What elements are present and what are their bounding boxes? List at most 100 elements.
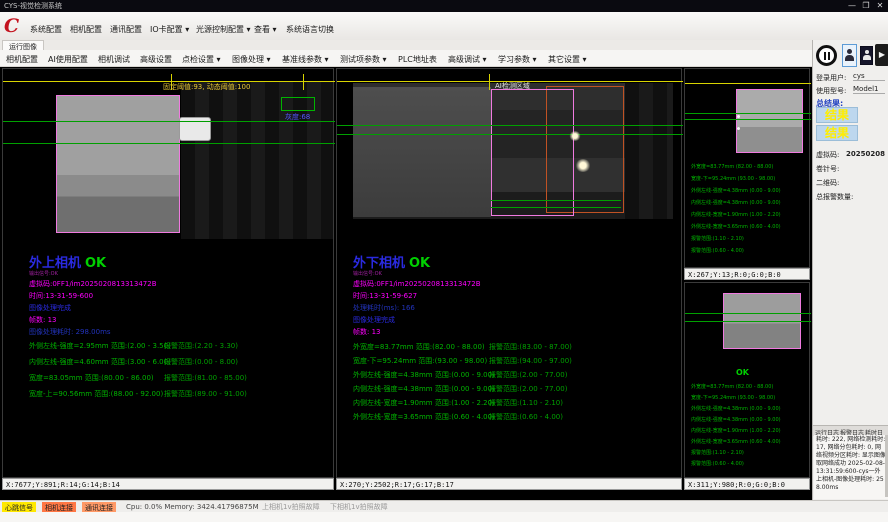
mini-row: 外宽度=83.77mm (82.00 - 88.00) [691,163,773,170]
measure-line [491,200,621,201]
baseline-overlay-line [685,83,811,84]
log-text: 耗时: 222, 网络检测耗时: 17, 网络分包耗时: 0, 网络视频分区耗时… [814,435,888,499]
machine-region [353,87,491,217]
close-button[interactable]: ✕ [874,1,886,11]
maximize-button[interactable]: ❐ [860,1,872,11]
measurement-row: 内侧左线-宽度=1.90mm 范围:(1.00 - 2.20) 报警范围:(1.… [337,398,681,408]
virtual-code-label: 虚拟码:0FF1/im2025020813313472B [353,281,481,288]
elapsed-label: 处理耗时(ms): 166 [353,305,415,312]
login-user-value[interactable]: cys [853,72,885,81]
brand-logo-icon: C [4,15,26,37]
measurement-text: 内侧左线-宽度=1.90mm 范围:(1.00 - 2.20) [353,398,495,408]
pause-icon[interactable] [816,45,837,66]
menu-comm-config[interactable]: 通讯配置 [110,24,142,35]
tool-camera-debug[interactable]: 相机调试 [98,54,130,65]
coordinate-bar-middle: X:270;Y:2502;R:17;G:17;B:17 [336,478,682,490]
tool-image-process[interactable]: 图像处理 ▾ [232,54,271,65]
measurement-row: 宽度-下=95.24mm 范围:(93.00 - 98.00) 报警范围:(94… [337,356,681,366]
camera-view-small-top[interactable]: 外宽度=83.77mm (82.00 - 88.00) 宽度-下=95.24mm… [684,68,810,268]
measurement-text: 外侧左线-强度=2.95mm 范围:(2.00 - 3.50) [29,341,171,351]
measurement-row: 内侧左线-强度=4.38mm 范围:(0.00 - 9.00) 报警范围:(2.… [337,384,681,394]
alarm-range-text: 报警范围:(2.00 - 77.00) [489,370,567,380]
operator-icon-head [865,50,869,54]
tool-ai-config[interactable]: AI使用配置 [48,54,88,65]
threshold-overlay-label: 固定阈值:93, 动态阈值:100 [163,84,250,91]
menu-light-config[interactable]: 光源控制配置 ▾ [196,24,251,35]
camera-view-outer-lower[interactable]: AI检测区域 外下相机 OK 输出信号:OK 虚拟码:0FF1/im202502… [336,68,682,478]
measure-line [337,134,683,135]
window-bottom-edge [0,512,888,522]
tool-plc-address[interactable]: PLC地址表 [398,54,437,65]
alarm-range-text: 报警范围:(2.00 - 77.00) [489,384,567,394]
mini-row: 内侧左线-宽度=1.90mm (1.00 - 2.20) [691,427,781,434]
measure-line [685,313,811,314]
menu-bar: C 系统配置 相机配置 通讯配置 IO卡配置 ▾ 光源控制配置 ▾ 查看 ▾ 系… [0,12,888,41]
tool-advanced-settings[interactable]: 高级设置 [140,54,172,65]
measurement-row: 内侧左线-强度=4.60mm 范围:(3.00 - 6.00) 报警范围:(0.… [3,357,333,367]
measurement-text: 内侧左线-强度=4.38mm 范围:(0.00 - 9.00) [353,384,495,394]
virtual-code-field-label: 虚拟码: [816,150,839,160]
tool-test-params[interactable]: 测试项参数 ▾ [340,54,387,65]
menu-system-config[interactable]: 系统配置 [30,24,62,35]
result-ok-label: OK [409,257,430,270]
led-dot [737,115,740,118]
frame-count-label: 帧数: 13 [353,329,381,336]
measure-line [3,121,335,122]
user-icon[interactable] [842,44,857,67]
measurement-text: 内侧左线-强度=4.60mm 范围:(3.00 - 6.00) [29,357,171,367]
background-texture [625,83,673,219]
alarm-range-text: 报警范围:(89.00 - 91.00) [164,389,247,399]
process-done-label: 图像处理完成 [353,317,395,324]
baseline-tick [489,74,490,90]
mini-row: 外侧左线-强度=4.38mm (0.00 - 9.00) [691,405,781,412]
model-label: 使用型号: [816,86,846,96]
baseline-overlay-line [3,81,335,82]
exit-door-icon[interactable]: ▶ [875,44,888,66]
camera-connect-badge: 相机连接 [42,502,76,512]
menu-io-config[interactable]: IO卡配置 ▾ [150,24,189,35]
alarm-range-text: 报警范围:(83.00 - 87.00) [489,342,572,352]
mini-row: 外侧左线-宽度=3.65mm (0.60 - 4.00) [691,438,781,445]
time-label: 时间:13-31-59-627 [353,293,417,300]
tool-other-settings[interactable]: 其它设置 ▾ [548,54,587,65]
signal-label: 输出信号:OK [29,272,58,277]
virtual-code-field-value: 20250208 [846,150,885,158]
elapsed-label: 图像处理耗时: 298.00ms [29,329,111,336]
operator-icon-body [863,55,871,60]
tool-advanced-debug[interactable]: 高级调试 ▾ [448,54,487,65]
model-value[interactable]: Model1 [853,85,885,94]
camera-view-small-bottom[interactable]: OK 外宽度=83.77mm (82.00 - 88.00) 宽度-下=95.2… [684,282,810,478]
tool-spot-check[interactable]: 点检设置 ▾ [182,54,221,65]
fault-text-lower: 下相机1v拍照故障 [330,504,388,511]
virtual-code-label: 虚拟码:0FF1/im2025020813313472B [29,281,157,288]
menu-language-switch[interactable]: 系统语言切换 [286,24,334,35]
camera-view-outer-upper[interactable]: 固定阈值:93, 动态阈值:100 灰度:68 外上相机 OK 输出信号:OK … [2,68,334,478]
tool-baseline-params[interactable]: 基准线参数 ▾ [282,54,329,65]
alarm-range-text: 报警范围:(2.20 - 3.30) [164,341,238,351]
mini-row: 宽度-下=95.24mm (93.00 - 98.00) [691,175,775,182]
tool-learning-params[interactable]: 学习参数 ▾ [498,54,537,65]
fault-text-upper: 上相机1v拍照故障 [262,504,320,511]
measurement-text: 外侧左线-宽度=3.65mm 范围:(0.60 - 4.00) [353,412,495,422]
measurement-row: 宽度-上=90.56mm 范围:(88.00 - 92.00) 报警范围:(89… [3,389,333,399]
gray-value-label: 灰度:68 [285,114,310,121]
camera-name-label: 外下相机 [353,257,405,270]
alarm-count-field-label: 总报警数量: [816,192,853,202]
measurement-text: 宽度=83.05mm 范围:(80.00 - 86.00) [29,373,154,383]
operator-icon[interactable] [860,46,873,65]
measure-line [685,321,811,322]
signal-label: 输出信号:OK [353,272,382,277]
menu-camera-config[interactable]: 相机配置 [70,24,102,35]
toolbar: 相机配置 AI使用配置 相机调试 高级设置 点检设置 ▾ 图像处理 ▾ 基准线参… [0,50,812,67]
minimize-button[interactable]: — [846,1,858,11]
user-icon-body [845,55,854,61]
alarm-range-text: 报警范围:(1.10 - 2.10) [489,398,563,408]
menu-view[interactable]: 查看 ▾ [254,24,277,35]
measurement-row: 外侧左线-强度=2.95mm 范围:(2.00 - 3.50) 报警范围:(2.… [3,341,333,351]
comm-connect-badge: 通讯连接 [82,502,116,512]
process-done-label: 图像处理完成 [29,305,71,312]
user-icon-head [847,49,852,54]
tool-camera-config[interactable]: 相机配置 [6,54,38,65]
measurement-text: 外宽度=83.77mm 范围:(82.00 - 88.00) [353,342,485,352]
measurement-row: 外侧左线-强度=4.38mm 范围:(0.00 - 9.00) 报警范围:(2.… [337,370,681,380]
